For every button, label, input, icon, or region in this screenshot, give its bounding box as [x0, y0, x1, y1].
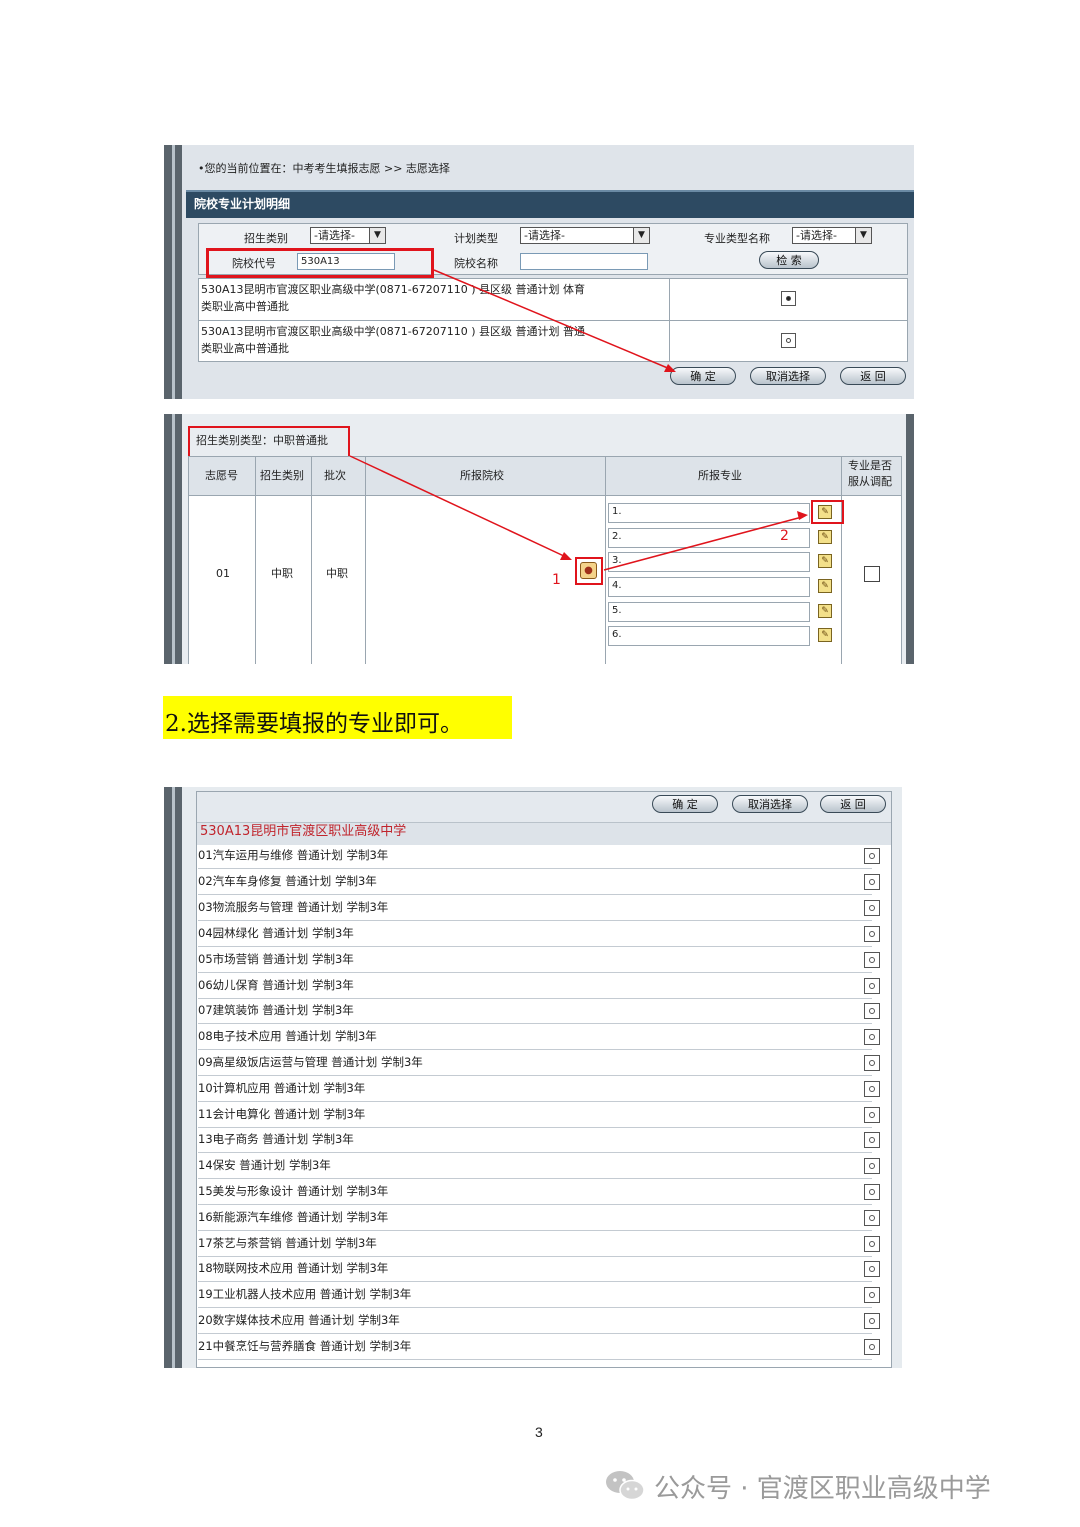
major-label: 15美发与形象设计 普通计划 学制3年 [198, 1184, 389, 1198]
major-radio[interactable] [864, 1210, 880, 1226]
page-number: 3 [535, 1424, 543, 1440]
major-label: 20数字媒体技术应用 普通计划 学制3年 [198, 1313, 400, 1327]
back-button[interactable]: 返 回 [820, 795, 886, 813]
row-divider [198, 1178, 872, 1179]
major-radio[interactable] [864, 926, 880, 942]
major-radio[interactable] [864, 1236, 880, 1252]
major-label: 18物联网技术应用 普通计划 学制3年 [198, 1261, 389, 1275]
row-divider [198, 1359, 872, 1360]
major-label: 13电子商务 普通计划 学制3年 [198, 1132, 354, 1146]
cancel-selection-button[interactable]: 取消选择 [732, 795, 808, 813]
row-divider [198, 1256, 872, 1257]
step-1-label: 1 [552, 572, 561, 588]
screenshot-major-list: 确 定 取消选择 返 回 530A13昆明市官渡区职业高级中学 01汽车运用与维… [164, 787, 902, 1368]
major-radio[interactable] [864, 1339, 880, 1355]
row-divider [198, 1281, 872, 1282]
wechat-icon [606, 1471, 645, 1501]
row-divider [198, 868, 872, 869]
screenshot-school-plan: •您的当前位置在：中考考生填报志愿 >> 志愿选择 院校专业计划明细 招生类别 … [164, 145, 914, 399]
major-label: 10计算机应用 普通计划 学制3年 [198, 1081, 366, 1095]
major-label: 02汽车车身修复 普通计划 学制3年 [198, 874, 377, 888]
major-radio[interactable] [864, 978, 880, 994]
major-radio[interactable] [864, 1081, 880, 1097]
major-radio[interactable] [864, 1261, 880, 1277]
step-2-label: 2 [780, 528, 789, 544]
major-radio[interactable] [864, 1184, 880, 1200]
major-radio[interactable] [864, 848, 880, 864]
major-radio[interactable] [864, 1313, 880, 1329]
major-radio[interactable] [864, 900, 880, 916]
major-label: 09高星级饭店运营与管理 普通计划 学制3年 [198, 1055, 423, 1069]
major-label: 01汽车运用与维修 普通计划 学制3年 [198, 848, 389, 862]
major-radio[interactable] [864, 1029, 880, 1045]
row-divider [198, 1127, 872, 1128]
window-frame-left [164, 787, 182, 1368]
instruction-highlight: 2.选择需要填报的专业即可。 [163, 696, 512, 739]
watermark-text: 公众号 · 官渡区职业高级中学 [654, 1474, 991, 1504]
row-divider [198, 1204, 872, 1205]
row-divider [198, 1307, 872, 1308]
row-divider [198, 1152, 872, 1153]
major-label: 17茶艺与茶营销 普通计划 学制3年 [198, 1236, 377, 1250]
row-divider [198, 1333, 872, 1334]
major-radio[interactable] [864, 1107, 880, 1123]
major-radio[interactable] [864, 1055, 880, 1071]
major-label: 08电子技术应用 普通计划 学制3年 [198, 1029, 377, 1043]
major-label: 11会计电算化 普通计划 学制3年 [198, 1107, 366, 1121]
major-radio[interactable] [864, 1287, 880, 1303]
major-label: 19工业机器人技术应用 普通计划 学制3年 [198, 1287, 412, 1301]
screenshot-wish-table: 招生类别类型：中职普通批 志愿号 招生类别 批次 所报院校 所报专业 专业是否服… [164, 414, 914, 664]
major-radio[interactable] [864, 1158, 880, 1174]
school-title: 530A13昆明市官渡区职业高级中学 [200, 824, 407, 839]
annotation-arrows [349, 455, 808, 571]
major-radio[interactable] [864, 1132, 880, 1148]
major-radio[interactable] [864, 952, 880, 968]
confirm-button[interactable]: 确 定 [652, 795, 718, 813]
row-divider [198, 998, 872, 999]
major-radio[interactable] [864, 1003, 880, 1019]
row-divider [198, 972, 872, 973]
major-label: 03物流服务与管理 普通计划 学制3年 [198, 900, 389, 914]
row-divider [198, 920, 872, 921]
major-label: 14保安 普通计划 学制3年 [198, 1158, 331, 1172]
major-label: 05市场营销 普通计划 学制3年 [198, 952, 354, 966]
annotation-arrow [433, 269, 676, 372]
major-label: 16新能源汽车维修 普通计划 学制3年 [198, 1210, 389, 1224]
row-divider [198, 894, 872, 895]
major-label: 06幼儿保育 普通计划 学制3年 [198, 978, 354, 992]
row-divider [198, 1049, 872, 1050]
major-radio[interactable] [864, 874, 880, 890]
row-divider [198, 1023, 872, 1024]
row-divider [198, 1101, 872, 1102]
row-divider [198, 946, 872, 947]
major-label: 04园林绿化 普通计划 学制3年 [198, 926, 354, 940]
major-label: 21中餐烹饪与营养膳食 普通计划 学制3年 [198, 1339, 412, 1353]
major-label: 07建筑装饰 普通计划 学制3年 [198, 1003, 354, 1017]
instruction-text: 2.选择需要填报的专业即可。 [165, 711, 463, 737]
row-divider [198, 1230, 872, 1231]
row-divider [198, 1075, 872, 1076]
